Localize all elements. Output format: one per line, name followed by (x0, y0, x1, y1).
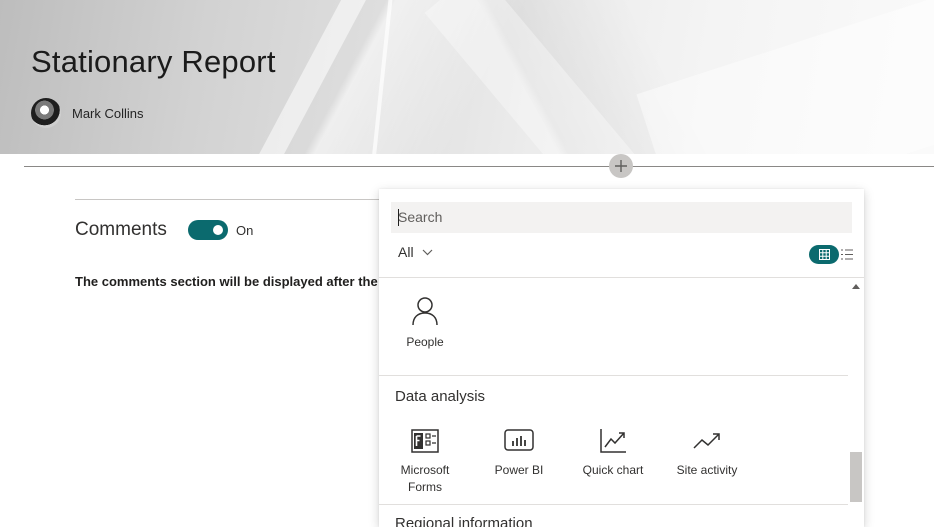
search-box[interactable] (391, 202, 852, 233)
group-divider (379, 375, 848, 376)
toggle-knob (213, 225, 223, 235)
chevron-down-icon (422, 249, 432, 255)
grid-icon (818, 249, 830, 260)
comments-divider (75, 199, 385, 200)
group-title-regional-information: Regional information (395, 515, 533, 527)
power-bi-icon (504, 429, 534, 451)
sharepoint-page: Stationary Report Mark Collins Comments … (0, 0, 934, 527)
toolbox-scrollbar[interactable] (848, 278, 864, 527)
web-part-power-bi[interactable]: Power BI (479, 428, 559, 479)
title-banner: Stationary Report Mark Collins (0, 0, 934, 154)
group-title-data-analysis: Data analysis (395, 388, 486, 405)
search-input[interactable] (391, 202, 852, 232)
tile-label: Quick chart (582, 463, 644, 477)
tile-label: Microsoft Forms (400, 463, 450, 494)
comments-toggle-label: On (236, 223, 254, 238)
web-part-microsoft-forms[interactable]: Microsoft Forms (385, 428, 465, 496)
text-caret (398, 209, 399, 226)
comments-note: The comments section will be displayed a… (75, 274, 378, 289)
web-part-site-activity[interactable]: Site activity (667, 428, 747, 479)
site-activity-icon (693, 433, 720, 449)
banner-light-streak (636, 0, 934, 154)
category-filter-dropdown[interactable]: All (398, 244, 433, 260)
filter-label: All (398, 244, 414, 260)
microsoft-forms-icon (411, 429, 439, 453)
author-name[interactable]: Mark Collins (72, 106, 144, 121)
web-part-people[interactable]: People (385, 296, 465, 351)
web-part-quick-chart[interactable]: Quick chart (573, 428, 653, 479)
scroll-up-arrow-icon[interactable] (852, 284, 860, 289)
tile-label: Power BI (494, 463, 544, 477)
list-view-icon[interactable] (840, 248, 854, 261)
plus-icon (615, 160, 627, 172)
person-icon (412, 297, 438, 326)
web-part-toolbox: All People Data analysis (379, 189, 864, 527)
scrollbar-thumb[interactable] (850, 452, 862, 502)
page-title[interactable]: Stationary Report (31, 44, 276, 80)
group-divider (379, 504, 848, 505)
section-divider (24, 166, 934, 167)
comments-toggle[interactable] (188, 220, 228, 240)
author-byline[interactable]: Mark Collins (31, 98, 144, 128)
add-section-button[interactable] (609, 154, 633, 178)
tile-label: People (406, 335, 444, 349)
web-part-list[interactable]: People Data analysis Microsoft Forms Pow… (379, 278, 848, 527)
banner-light-streak (369, 0, 395, 154)
banner-light-streak (424, 0, 646, 154)
quick-chart-icon (600, 429, 626, 453)
grid-view-button[interactable] (809, 245, 839, 264)
comments-heading: Comments (75, 219, 167, 240)
avatar[interactable] (31, 98, 61, 128)
tile-label: Site activity (676, 463, 738, 477)
